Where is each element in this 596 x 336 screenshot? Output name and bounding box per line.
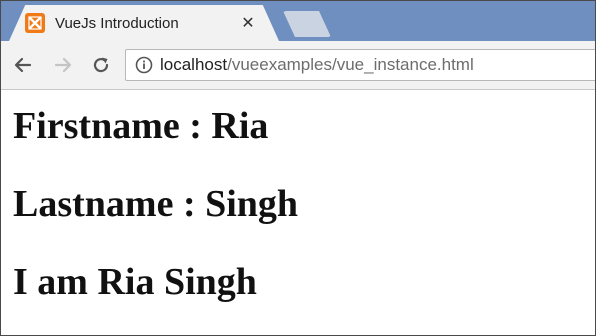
page-content: Firstname : Ria Lastname : Singh I am Ri… [1, 90, 595, 335]
firstname-heading: Firstname : Ria [13, 105, 269, 147]
info-icon[interactable] [134, 55, 154, 75]
new-tab-button[interactable] [283, 11, 331, 37]
address-bar[interactable]: localhost/vueexamples/vue_instance.html [125, 49, 595, 81]
url-host: localhost [160, 55, 228, 74]
url-path: /vueexamples/vue_instance.html [227, 55, 474, 74]
xampp-icon [25, 13, 45, 33]
tab-strip: VueJs Introduction ✕ [1, 1, 595, 41]
toolbar: localhost/vueexamples/vue_instance.html [1, 41, 595, 90]
url-text: localhost/vueexamples/vue_instance.html [160, 55, 474, 75]
active-tab[interactable]: VueJs Introduction ✕ [21, 5, 261, 41]
forward-arrow-icon[interactable] [51, 53, 75, 77]
fullname-heading: I am Ria Singh [13, 261, 257, 303]
close-icon[interactable]: ✕ [239, 14, 257, 32]
reload-icon[interactable] [89, 53, 113, 77]
lastname-heading: Lastname : Singh [13, 183, 299, 225]
back-arrow-icon[interactable] [11, 53, 35, 77]
browser-window: VueJs Introduction ✕ localhost/vueexampl… [0, 0, 596, 336]
tab-title: VueJs Introduction [55, 14, 179, 32]
